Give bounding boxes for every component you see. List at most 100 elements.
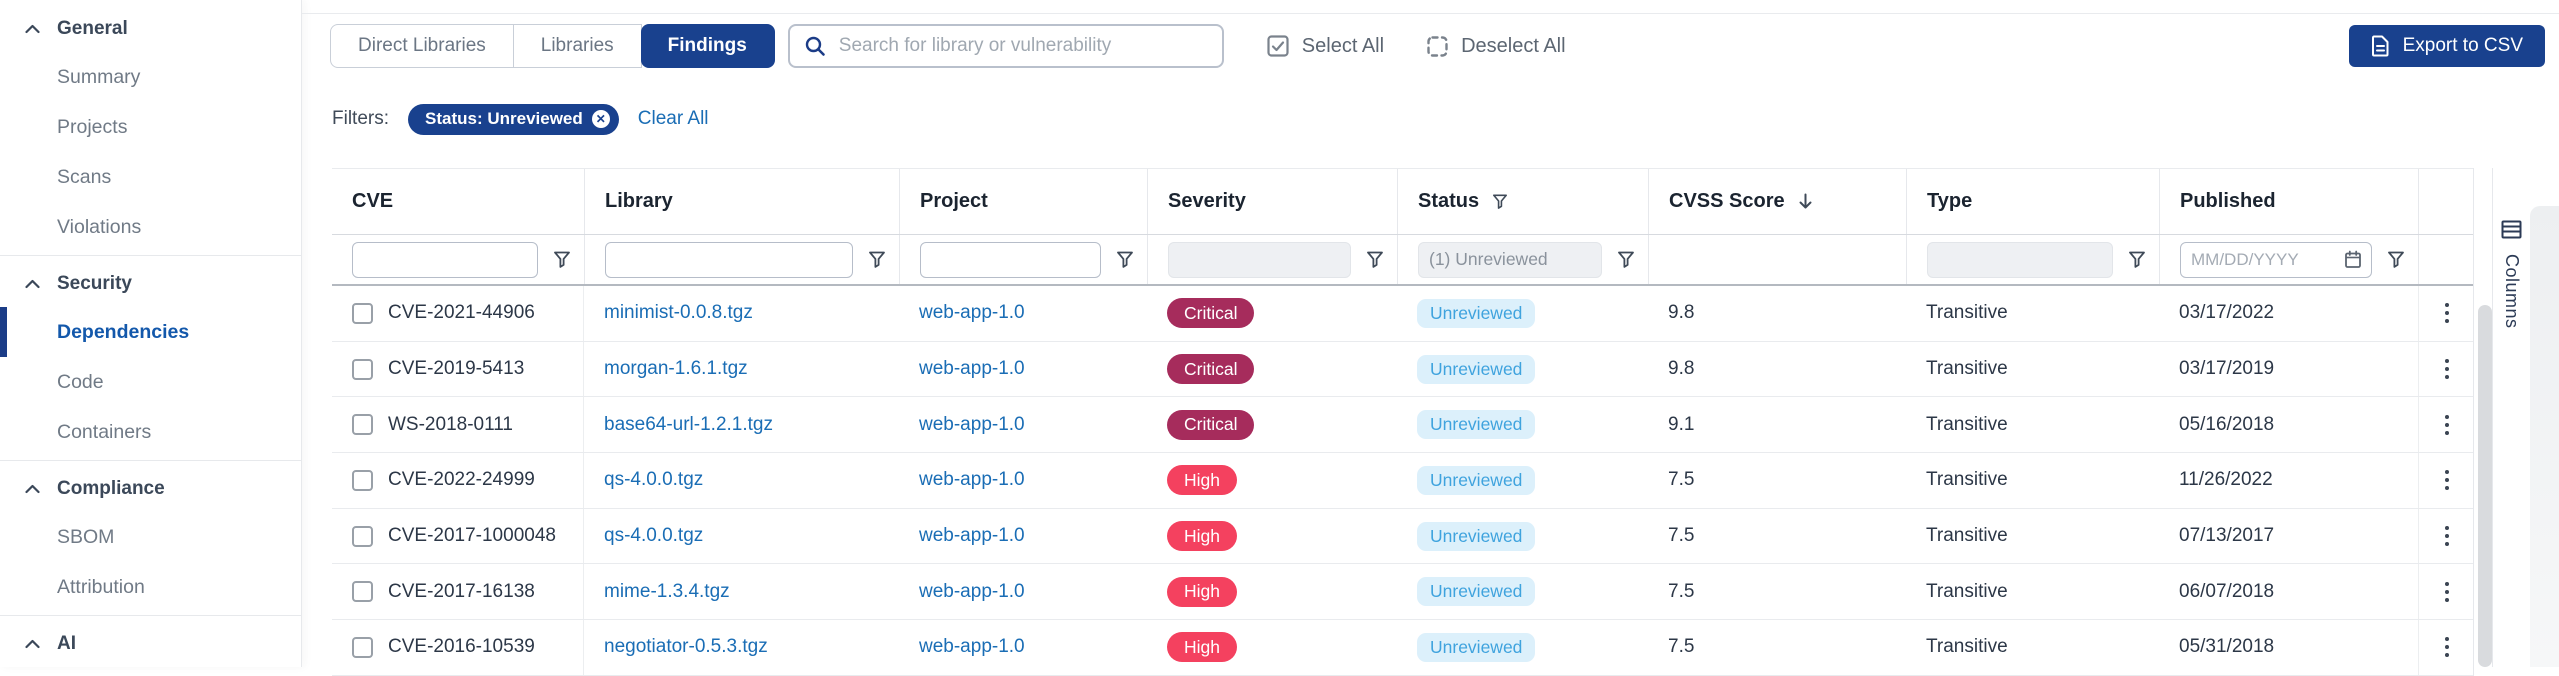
published-date-input[interactable] xyxy=(2191,250,2338,270)
sidebar-item-violations[interactable]: Violations xyxy=(0,202,301,252)
sidebar-section-security[interactable]: Security xyxy=(0,261,301,307)
sidebar-section-ai[interactable]: AI xyxy=(0,621,301,667)
columns-panel-toggle[interactable]: Columns xyxy=(2492,168,2530,667)
column-label: Project xyxy=(920,190,988,213)
row-menu-icon[interactable] xyxy=(2439,297,2455,329)
sidebar-section-compliance[interactable]: Compliance xyxy=(0,466,301,512)
row-checkbox[interactable] xyxy=(352,637,373,658)
filter-funnel-icon[interactable] xyxy=(868,250,886,269)
sidebar-item-summary[interactable]: Summary xyxy=(0,52,301,102)
project-link[interactable]: web-app-1.0 xyxy=(919,358,1025,380)
library-link[interactable]: qs-4.0.0.tgz xyxy=(604,469,703,491)
filter-cell-published xyxy=(2159,235,2418,284)
export-csv-button[interactable]: Export to CSV xyxy=(2349,25,2545,67)
project-link[interactable]: web-app-1.0 xyxy=(919,636,1025,658)
table-row: CVE-2022-24999 qs-4.0.0.tgz web-app-1.0 … xyxy=(332,453,2473,509)
tab-libraries[interactable]: Libraries xyxy=(514,24,642,68)
vertical-scrollbar[interactable] xyxy=(2478,305,2492,667)
project-link[interactable]: web-app-1.0 xyxy=(919,469,1025,491)
tab-direct-libraries[interactable]: Direct Libraries xyxy=(330,24,514,68)
row-menu-icon[interactable] xyxy=(2439,409,2455,441)
finding-type: Transitive xyxy=(1906,397,2159,452)
sidebar-item-sbom[interactable]: SBOM xyxy=(0,512,301,562)
project-link[interactable]: web-app-1.0 xyxy=(919,302,1025,324)
deselect-all-button[interactable]: Deselect All xyxy=(1426,35,1566,58)
status-badge: Unreviewed xyxy=(1417,299,1535,328)
search-input[interactable] xyxy=(839,35,1208,57)
tab-findings[interactable]: Findings xyxy=(641,24,775,68)
filter-funnel-icon[interactable] xyxy=(1366,250,1384,269)
chevron-up-icon xyxy=(25,484,40,494)
status-badge: Unreviewed xyxy=(1417,410,1535,439)
column-header-status[interactable]: Status xyxy=(1397,169,1648,234)
top-divider xyxy=(302,13,2559,14)
cve-filter-input[interactable] xyxy=(352,242,538,278)
filter-funnel-icon[interactable] xyxy=(553,250,571,269)
row-menu-icon[interactable] xyxy=(2439,576,2455,608)
type-filter-input[interactable] xyxy=(1927,242,2113,278)
checkbox-checked-icon xyxy=(1266,34,1290,58)
sidebar-item-scans[interactable]: Scans xyxy=(0,152,301,202)
cve-id: CVE-2016-10539 xyxy=(388,636,535,658)
filter-chip-status-unreviewed[interactable]: Status: Unreviewed ✕ xyxy=(408,104,619,135)
row-checkbox[interactable] xyxy=(352,581,373,602)
row-checkbox[interactable] xyxy=(352,470,373,491)
table-row: CVE-2017-1000048 qs-4.0.0.tgz web-app-1.… xyxy=(332,509,2473,565)
sidebar-item-label: Dependencies xyxy=(57,321,189,344)
row-menu-icon[interactable] xyxy=(2439,464,2455,496)
sidebar-section-label: General xyxy=(57,18,128,40)
column-header-cve[interactable]: CVE xyxy=(332,169,584,234)
row-menu-icon[interactable] xyxy=(2439,520,2455,552)
library-link[interactable]: qs-4.0.0.tgz xyxy=(604,525,703,547)
toolbar: Direct Libraries Libraries Findings Sele… xyxy=(330,24,2545,68)
row-checkbox[interactable] xyxy=(352,303,373,324)
column-label: Status xyxy=(1418,190,1479,213)
sidebar-item-projects[interactable]: Projects xyxy=(0,102,301,152)
column-header-library[interactable]: Library xyxy=(584,169,899,234)
sidebar-item-dependencies[interactable]: Dependencies xyxy=(0,307,301,357)
row-checkbox[interactable] xyxy=(352,414,373,435)
project-filter-input[interactable] xyxy=(920,242,1101,278)
library-link[interactable]: base64-url-1.2.1.tgz xyxy=(604,414,773,436)
sidebar-section-general[interactable]: General xyxy=(0,6,301,52)
row-menu-icon[interactable] xyxy=(2439,353,2455,385)
library-link[interactable]: mime-1.3.4.tgz xyxy=(604,581,730,603)
calendar-icon[interactable] xyxy=(2344,250,2362,269)
sidebar-item-containers[interactable]: Containers xyxy=(0,407,301,457)
filter-funnel-icon[interactable] xyxy=(1116,250,1134,269)
sidebar-item-label: Containers xyxy=(57,421,151,444)
cvss-score: 9.8 xyxy=(1648,342,1906,397)
column-header-project[interactable]: Project xyxy=(899,169,1147,234)
remove-filter-icon[interactable]: ✕ xyxy=(592,110,610,128)
library-link[interactable]: negotiator-0.5.3.tgz xyxy=(604,636,768,658)
severity-filter-input[interactable] xyxy=(1168,242,1351,278)
cve-id: CVE-2022-24999 xyxy=(388,469,535,491)
library-filter-input[interactable] xyxy=(605,242,853,278)
filter-funnel-icon[interactable] xyxy=(2387,250,2405,269)
column-header-severity[interactable]: Severity xyxy=(1147,169,1397,234)
project-link[interactable]: web-app-1.0 xyxy=(919,525,1025,547)
filter-funnel-icon[interactable] xyxy=(2128,250,2146,269)
status-filter-input[interactable] xyxy=(1418,242,1602,278)
sort-descending-icon[interactable] xyxy=(1798,193,1813,210)
severity-badge: Critical xyxy=(1167,298,1254,328)
sidebar-item-code[interactable]: Code xyxy=(0,357,301,407)
column-header-published[interactable]: Published xyxy=(2159,169,2418,234)
row-checkbox[interactable] xyxy=(352,526,373,547)
project-link[interactable]: web-app-1.0 xyxy=(919,414,1025,436)
library-link[interactable]: morgan-1.6.1.tgz xyxy=(604,358,748,380)
column-header-type[interactable]: Type xyxy=(1906,169,2159,234)
filter-funnel-icon[interactable] xyxy=(1617,250,1635,269)
select-all-button[interactable]: Select All xyxy=(1266,34,1384,58)
column-header-cvss[interactable]: CVSS Score xyxy=(1648,169,1906,234)
findings-table: CVE Library Project Severity Status CVSS… xyxy=(332,168,2474,676)
row-checkbox[interactable] xyxy=(352,359,373,380)
filter-cell-severity xyxy=(1147,235,1397,284)
clear-all-link[interactable]: Clear All xyxy=(638,108,709,130)
published-date: 03/17/2019 xyxy=(2159,342,2418,397)
row-menu-icon[interactable] xyxy=(2439,631,2455,663)
filter-funnel-icon[interactable] xyxy=(1492,193,1508,210)
sidebar-item-attribution[interactable]: Attribution xyxy=(0,562,301,612)
project-link[interactable]: web-app-1.0 xyxy=(919,581,1025,603)
library-link[interactable]: minimist-0.0.8.tgz xyxy=(604,302,753,324)
